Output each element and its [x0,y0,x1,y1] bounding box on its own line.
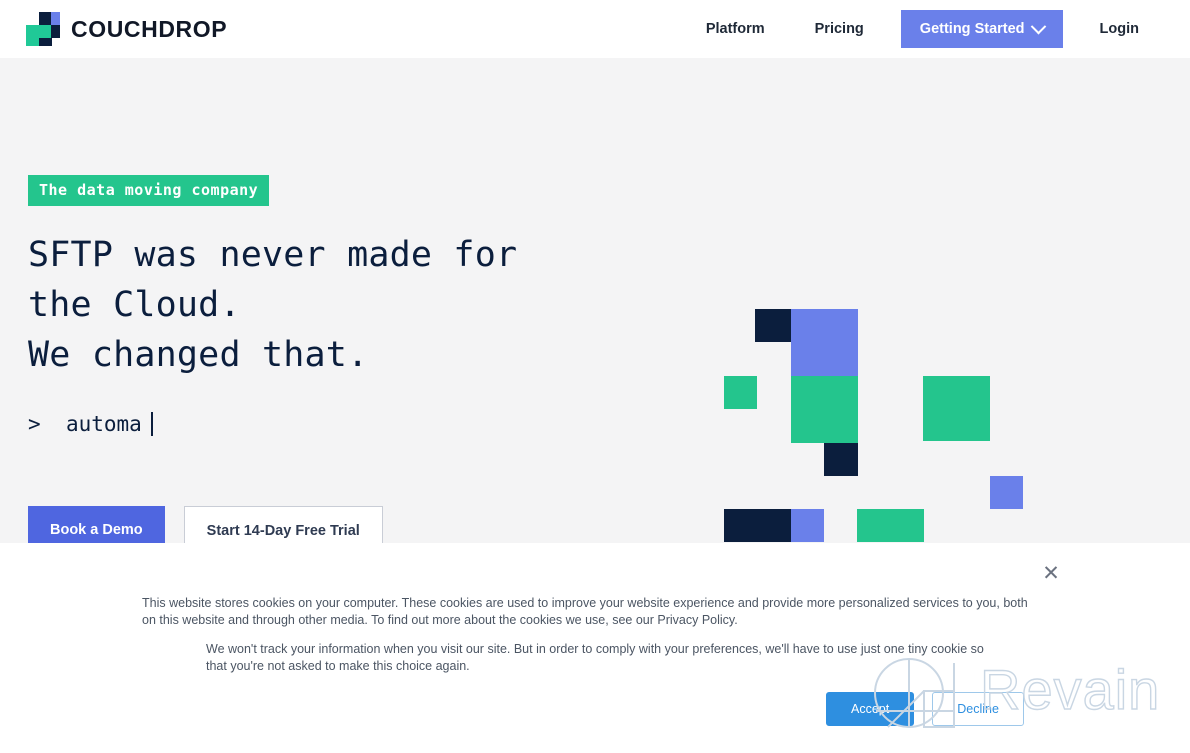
accept-cookies-button[interactable]: Accept [826,692,915,726]
headline-line-1: SFTP was never made for [28,235,518,275]
deco-square-navy-3 [724,509,791,542]
getting-started-label: Getting Started [919,21,1025,37]
deco-square-navy-1 [755,309,791,342]
deco-square-green-2 [791,376,858,443]
deco-square-blue-3 [791,509,824,542]
typed-text: automa [65,412,142,436]
close-icon[interactable]: ✕ [1040,563,1062,585]
deco-square-green-1 [724,376,757,409]
couchdrop-squares-logo-icon [26,12,60,46]
getting-started-button[interactable]: Getting Started [900,10,1063,48]
typewriter-line: > automa [28,412,153,436]
cookie-actions: Accept Decline [826,692,1024,726]
deco-square-blue-2 [990,476,1023,509]
cookie-consent-banner: ✕ This website stores cookies on your co… [0,543,1190,753]
nav-link-pricing[interactable]: Pricing [790,0,889,58]
deco-square-green-4 [857,509,924,542]
chevron-down-icon [1030,18,1046,34]
text-cursor [150,412,153,436]
nav-link-platform[interactable]: Platform [681,0,790,58]
logo[interactable]: COUCHDROP [26,12,227,46]
cookie-policy-text-secondary: We won't track your information when you… [206,642,984,673]
cookie-policy-text-primary: This website stores cookies on your comp… [142,596,1028,627]
site-header: COUCHDROP Platform Pricing Getting Start… [0,0,1190,58]
deco-square-blue-1 [791,309,858,376]
deco-square-navy-2 [824,443,858,476]
decline-cookies-button[interactable]: Decline [932,692,1024,726]
tagline-badge: The data moving company [28,175,270,206]
page-title: SFTP was never made for the Cloud. We ch… [28,230,517,380]
headline-line-3: We changed that. [28,335,369,375]
prompt-symbol: > [28,412,41,436]
nav-link-login[interactable]: Login [1075,0,1164,58]
deco-square-green-3 [923,376,990,441]
main-navigation: Platform Pricing Getting Started Login [681,0,1164,58]
brand-name: COUCHDROP [71,15,228,42]
headline-line-2: the Cloud. [28,285,241,325]
